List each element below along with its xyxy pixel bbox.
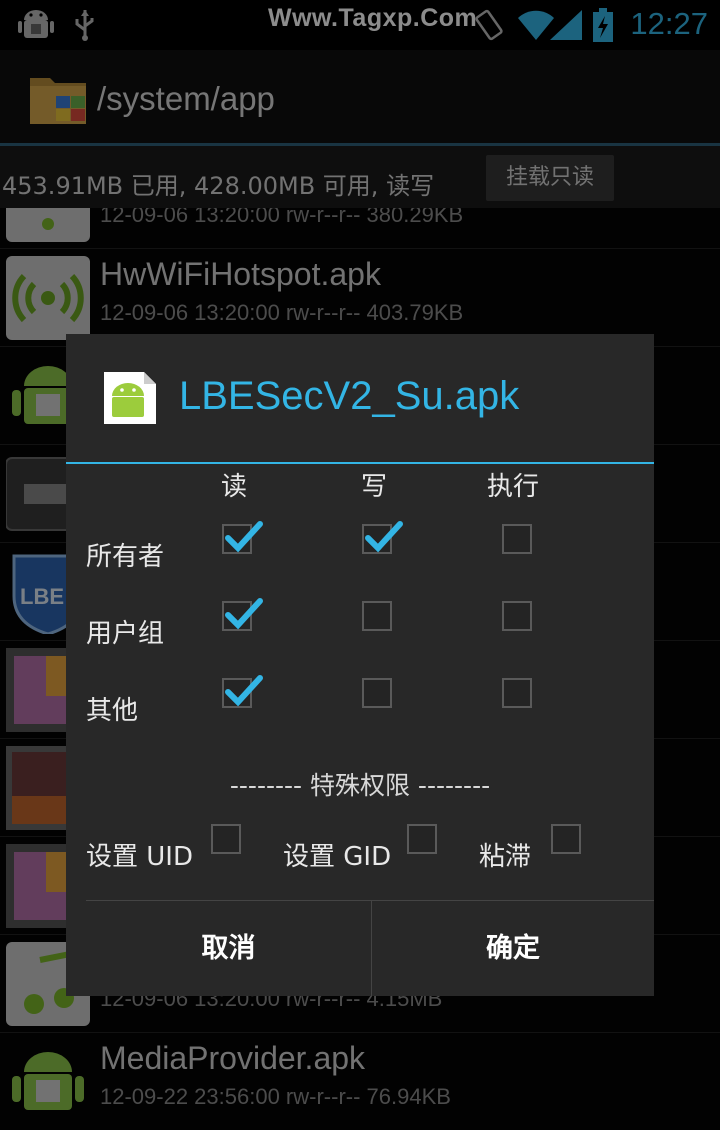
column-write: 写: [361, 472, 388, 502]
checkbox-group-execute[interactable]: [502, 601, 532, 631]
checkbox-other-read[interactable]: [222, 675, 263, 708]
dialog-title-divider: [66, 462, 654, 464]
permissions-dialog: LBESecV2_Su.apk 读 写 执行 所有者 用户组 其他 ------…: [66, 334, 654, 996]
sticky-label: 粘滞: [479, 842, 532, 872]
setgid-checkbox[interactable]: [407, 824, 437, 854]
checkmark-icon: [225, 598, 263, 630]
apk-file-icon: [102, 370, 158, 426]
row-label-owner: 所有者: [86, 542, 165, 572]
checkbox-owner-read[interactable]: [222, 521, 263, 554]
checkbox-owner-execute[interactable]: [502, 524, 532, 554]
checkbox-other-execute[interactable]: [502, 678, 532, 708]
checkbox-owner-write[interactable]: [362, 521, 403, 554]
sticky-checkbox[interactable]: [551, 824, 581, 854]
column-execute: 执行: [487, 472, 540, 502]
setuid-checkbox[interactable]: [211, 824, 241, 854]
checkbox-other-write[interactable]: [362, 678, 392, 708]
ok-button[interactable]: 确定: [372, 901, 654, 996]
checkmark-icon: [365, 521, 403, 553]
checkmark-icon: [225, 521, 263, 553]
checkbox-group-read[interactable]: [222, 598, 263, 631]
cancel-button[interactable]: 取消: [86, 901, 371, 996]
dialog-title: LBESecV2_Su.apk: [179, 374, 520, 418]
dialog-header: LBESecV2_Su.apk: [66, 334, 654, 462]
setuid-label: 设置 UID: [86, 842, 193, 872]
checkmark-icon: [225, 675, 263, 707]
column-read: 读: [221, 472, 248, 502]
special-permissions-header: -------- 特殊权限 --------: [229, 771, 491, 800]
row-label-group: 用户组: [86, 619, 165, 649]
row-label-other: 其他: [86, 696, 139, 726]
checkbox-group-write[interactable]: [362, 601, 392, 631]
setgid-label: 设置 GID: [283, 842, 392, 872]
